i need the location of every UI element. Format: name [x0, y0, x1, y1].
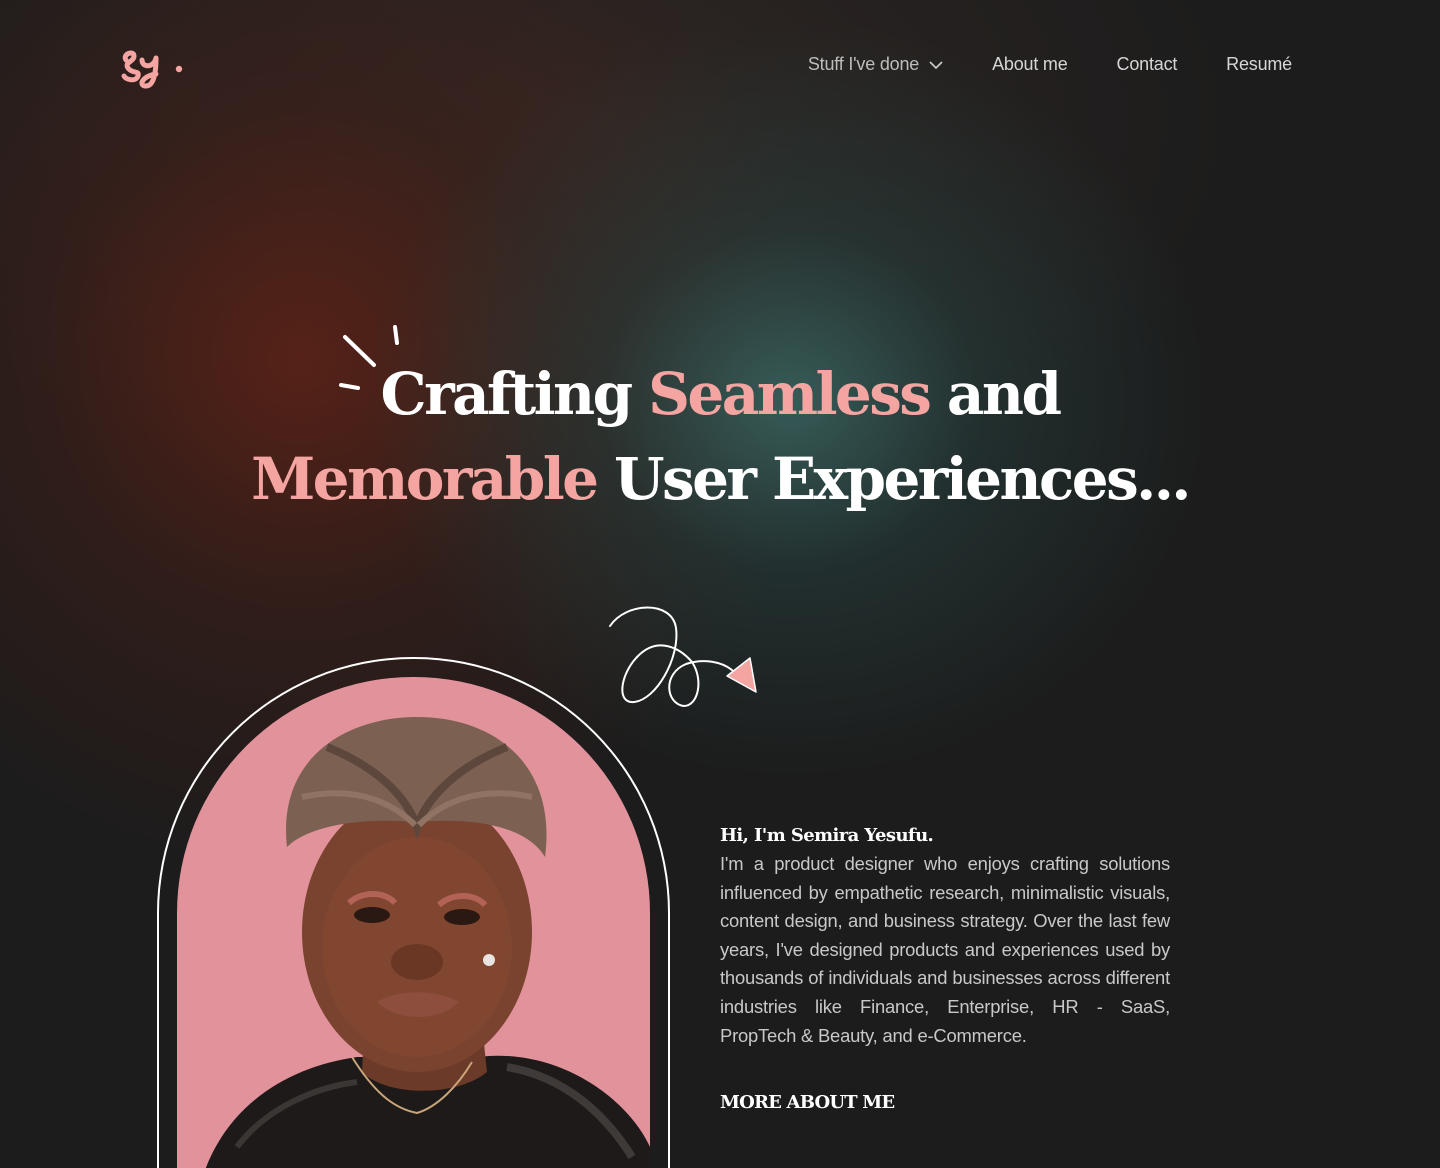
hero-line-1: Crafting Seamless and — [0, 352, 1440, 437]
hero-accent-seamless: Seamless — [648, 360, 932, 428]
about-section: Hi, I'm Semira Yesufu. I'm a product des… — [720, 822, 1170, 1050]
logo[interactable] — [120, 46, 186, 90]
hero-text: and — [929, 360, 1062, 428]
portrait-illustration — [205, 717, 650, 1168]
hero-text: User Experiences... — [596, 445, 1191, 513]
about-bio: I'm a product designer who enjoys crafti… — [720, 853, 1170, 1046]
main-nav: Stuff I've done About me Contact Resumé — [808, 54, 1292, 75]
chevron-down-icon — [929, 60, 943, 69]
logo-mark — [121, 50, 183, 89]
nav-resume[interactable]: Resumé — [1226, 54, 1292, 75]
hero-text: Crafting — [380, 360, 649, 428]
hero-headline: Crafting Seamless and Memorable User Exp… — [0, 352, 1440, 522]
nav-resume-label: Resumé — [1226, 54, 1292, 74]
swirl-arrow-icon — [609, 606, 757, 708]
nav-stuff-ive-done-label: Stuff I've done — [807, 54, 920, 74]
page: Stuff I've done About me Contact Resumé … — [0, 0, 1440, 1168]
nav-about-me[interactable]: About me — [992, 54, 1068, 75]
hero-line-2: Memorable User Experiences... — [0, 437, 1440, 522]
nav-contact[interactable]: Contact — [1117, 54, 1178, 75]
portrait-photo — [177, 677, 650, 1168]
about-greeting: Hi, I'm Semira Yesufu. — [720, 825, 934, 846]
nav-stuff-ive-done[interactable]: Stuff I've done — [808, 54, 943, 75]
hero-accent-memorable: Memorable — [251, 445, 599, 513]
nav-contact-label: Contact — [1116, 54, 1178, 74]
nav-about-me-label: About me — [992, 54, 1068, 74]
more-about-me-link[interactable]: MORE ABOUT ME — [720, 1092, 895, 1113]
